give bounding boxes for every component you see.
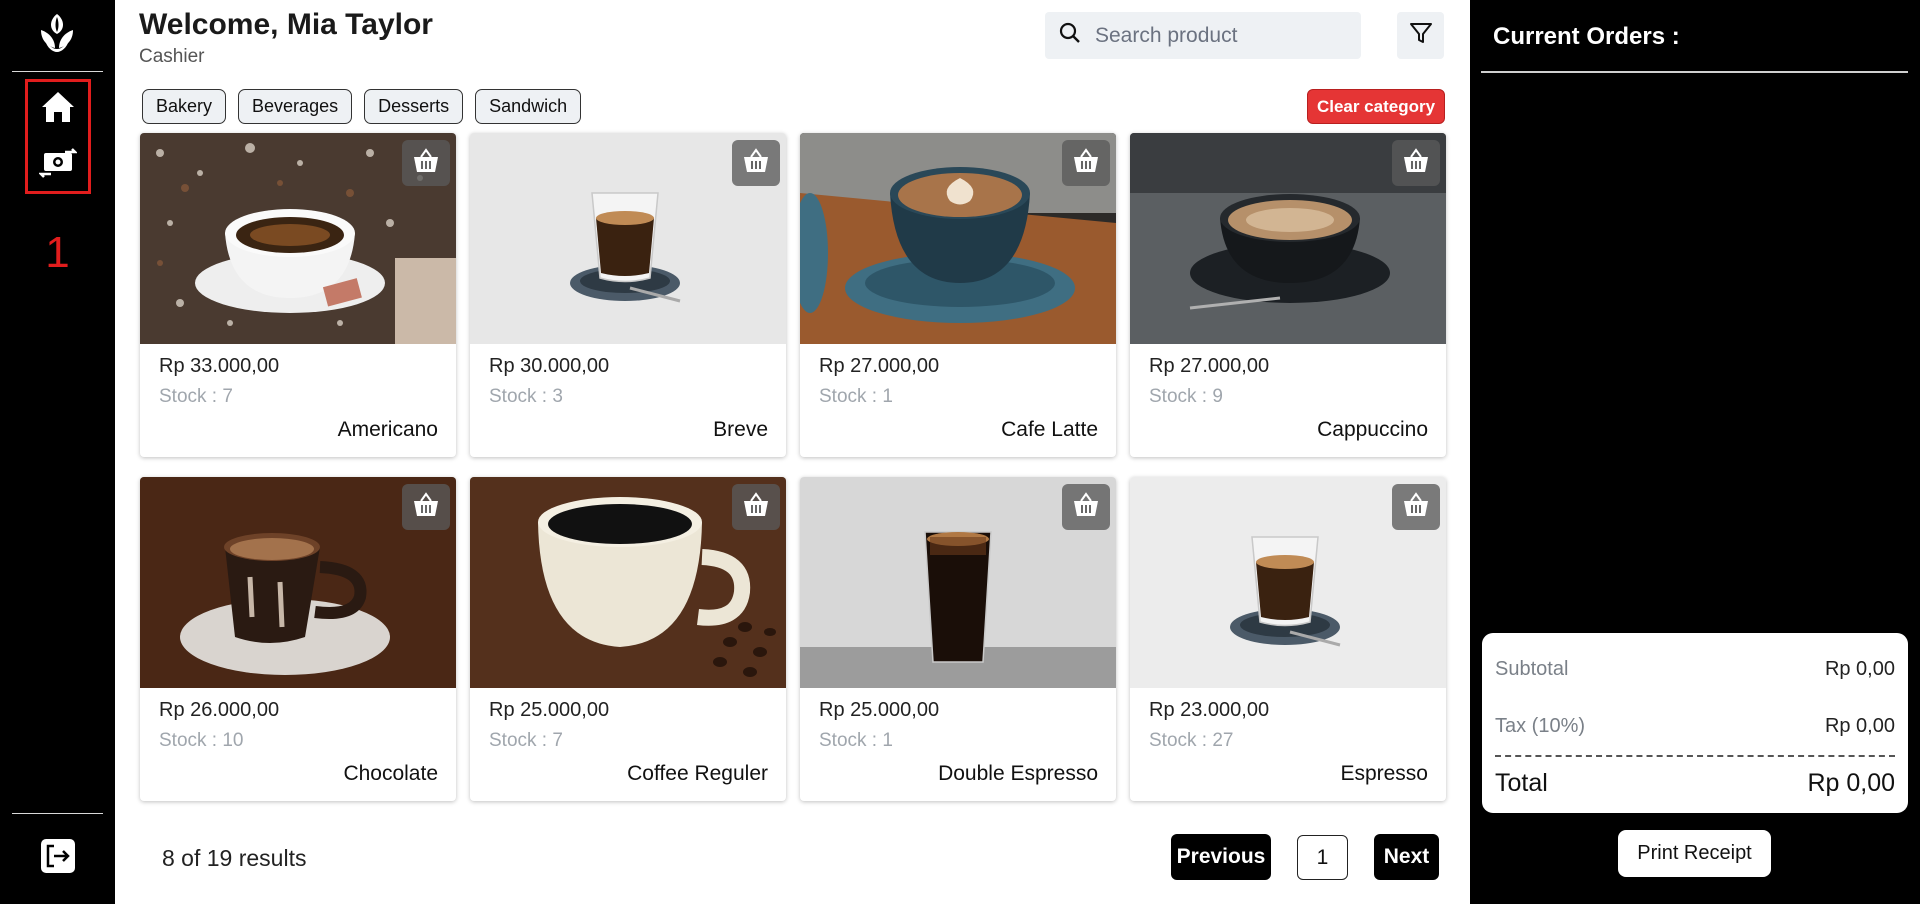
product-price: Rp 27.000,00 [1149,355,1270,377]
basket-icon [1072,147,1100,179]
basket-icon [742,147,770,179]
subtotal-label: Subtotal [1495,658,1569,680]
product-grid: Rp 33.000,00 Stock : 7 Americano Rp 30.0… [140,133,1446,803]
product-price: Rp 23.000,00 [1149,699,1270,721]
tax-label: Tax (10%) [1495,715,1586,737]
product-name: Coffee Reguler [627,762,768,785]
summary-divider [1495,755,1895,757]
product-card[interactable]: Rp 27.000,00 Stock : 9 Cappuccino [1130,133,1446,457]
orders-title: Current Orders : [1493,23,1680,50]
product-name: Double Espresso [938,762,1098,785]
product-stock: Stock : 27 [1149,730,1234,751]
basket-icon [1402,491,1430,523]
product-name: Cafe Latte [1001,418,1098,441]
product-stock: Stock : 7 [489,730,563,751]
add-to-cart-button[interactable] [732,140,780,186]
category-chip-sandwich[interactable]: Sandwich [475,89,582,124]
sidebar-divider-top [12,71,103,72]
add-to-cart-button[interactable] [402,140,450,186]
product-name: Chocolate [343,762,438,785]
product-card[interactable]: Rp 30.000,00 Stock : 3 Breve [470,133,786,457]
transactions-button[interactable] [36,145,80,185]
product-stock: Stock : 1 [819,386,893,407]
product-stock: Stock : 7 [159,386,233,407]
product-price: Rp 25.000,00 [819,699,940,721]
product-card[interactable]: Rp 23.000,00 Stock : 27 Espresso [1130,477,1446,801]
home-button[interactable] [36,89,80,129]
sidebar-divider-bottom [12,813,103,814]
coffee-beans-logo-icon [33,8,81,56]
basket-icon [742,491,770,523]
total-label: Total [1495,769,1548,797]
product-price: Rp 33.000,00 [159,355,280,377]
basket-icon [1072,491,1100,523]
annotation-number: 1 [45,228,70,277]
previous-page-button[interactable]: Previous [1171,834,1271,880]
total-row: Total Rp 0,00 [1495,769,1895,798]
product-card[interactable]: Rp 25.000,00 Stock : 7 Coffee Reguler [470,477,786,801]
current-orders-panel: Current Orders : Subtotal Rp 0,00 Tax (1… [1470,0,1920,904]
results-count: 8 of 19 results [162,845,307,871]
product-stock: Stock : 9 [1149,386,1223,407]
product-name: Americano [337,418,438,441]
search-input[interactable] [1095,23,1335,48]
product-name: Breve [713,418,768,441]
logout-button[interactable] [38,838,78,878]
product-card[interactable]: Rp 25.000,00 Stock : 1 Double Espresso [800,477,1116,801]
tax-value: Rp 0,00 [1824,715,1895,737]
print-receipt-button[interactable]: Print Receipt [1618,830,1771,877]
search-box[interactable] [1045,12,1361,59]
product-name: Cappuccino [1317,418,1428,441]
category-chips: Bakery Beverages Desserts Sandwich [142,89,582,124]
basket-icon [412,491,440,523]
product-card[interactable]: Rp 27.000,00 Stock : 1 Cafe Latte [800,133,1116,457]
subtotal-row: Subtotal Rp 0,00 [1495,658,1895,681]
category-chip-desserts[interactable]: Desserts [364,89,464,124]
home-icon [40,90,76,129]
logout-icon [40,838,76,879]
product-name: Espresso [1340,762,1428,785]
clear-category-button[interactable]: Clear category [1307,89,1445,124]
order-summary: Subtotal Rp 0,00 Tax (10%) Rp 0,00 Total… [1482,633,1908,813]
tax-row: Tax (10%) Rp 0,00 [1495,715,1895,738]
basket-icon [412,147,440,179]
product-stock: Stock : 10 [159,730,244,751]
search-icon [1045,22,1081,49]
filter-button[interactable] [1397,12,1444,59]
add-to-cart-button[interactable] [1392,140,1440,186]
add-to-cart-button[interactable] [1392,484,1440,530]
product-stock: Stock : 1 [819,730,893,751]
user-role: Cashier [139,46,205,67]
welcome-title: Welcome, Mia Taylor [139,8,433,41]
next-page-button[interactable]: Next [1374,834,1439,880]
product-stock: Stock : 3 [489,386,563,407]
total-value: Rp 0,00 [1807,769,1895,797]
money-transfer-icon [37,147,79,184]
add-to-cart-button[interactable] [1062,140,1110,186]
product-card[interactable]: Rp 26.000,00 Stock : 10 Chocolate [140,477,456,801]
category-chip-bakery[interactable]: Bakery [142,89,227,124]
category-chip-beverages[interactable]: Beverages [238,89,353,124]
sidebar: 1 [0,0,115,904]
product-price: Rp 26.000,00 [159,699,280,721]
add-to-cart-button[interactable] [732,484,780,530]
basket-icon [1402,147,1430,179]
product-card[interactable]: Rp 33.000,00 Stock : 7 Americano [140,133,456,457]
main-content: Welcome, Mia Taylor Cashier Bakery Bever… [115,0,1470,904]
orders-divider [1481,71,1908,73]
add-to-cart-button[interactable] [1062,484,1110,530]
product-price: Rp 25.000,00 [489,699,610,721]
add-to-cart-button[interactable] [402,484,450,530]
product-price: Rp 27.000,00 [819,355,940,377]
filter-icon [1408,20,1434,51]
page-number-button[interactable]: 1 [1297,835,1348,880]
product-price: Rp 30.000,00 [489,355,610,377]
subtotal-value: Rp 0,00 [1824,658,1895,680]
